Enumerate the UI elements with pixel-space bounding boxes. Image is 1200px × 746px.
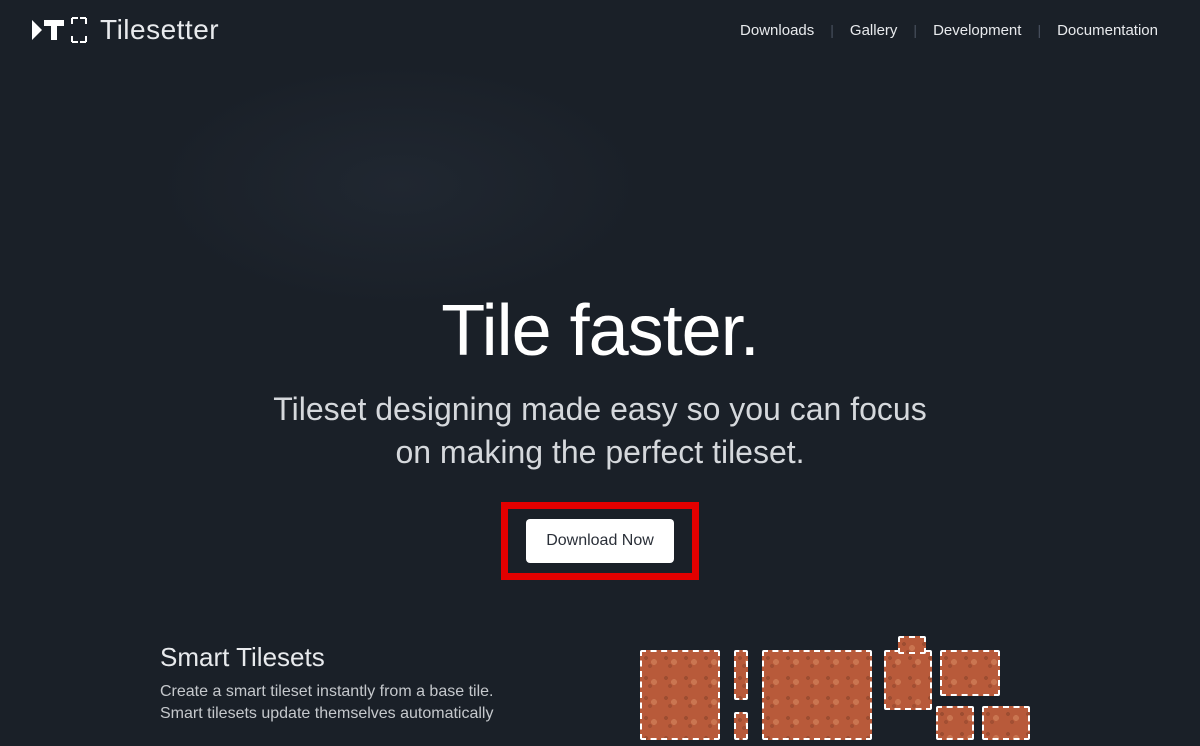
hero-title: Tile faster. [441, 290, 758, 372]
cta-highlight-box: Download Now [501, 502, 699, 580]
tileset-preview-image [640, 636, 1040, 746]
smart-text-block: Smart Tilesets Create a smart tileset in… [160, 636, 500, 724]
nav-downloads[interactable]: Downloads [726, 22, 828, 39]
download-now-button[interactable]: Download Now [526, 519, 674, 563]
smart-description: Create a smart tileset instantly from a … [160, 681, 500, 724]
nav-divider: | [1035, 22, 1043, 38]
main-nav: Downloads | Gallery | Development | Docu… [726, 22, 1172, 39]
smart-tilesets-section: Smart Tilesets Create a smart tileset in… [0, 636, 1200, 746]
brand-name: Tilesetter [100, 14, 219, 46]
logo-icon [28, 15, 88, 45]
nav-gallery[interactable]: Gallery [836, 22, 912, 39]
hero-subtitle: Tileset designing made easy so you can f… [260, 388, 940, 474]
nav-documentation[interactable]: Documentation [1043, 22, 1172, 39]
site-header: Tilesetter Downloads | Gallery | Develop… [0, 0, 1200, 60]
logo-area[interactable]: Tilesetter [28, 14, 219, 46]
nav-development[interactable]: Development [919, 22, 1035, 39]
smart-title: Smart Tilesets [160, 642, 500, 673]
hero-section: Tile faster. Tileset designing made easy… [0, 60, 1200, 580]
nav-divider: | [911, 22, 919, 38]
nav-divider: | [828, 22, 836, 38]
